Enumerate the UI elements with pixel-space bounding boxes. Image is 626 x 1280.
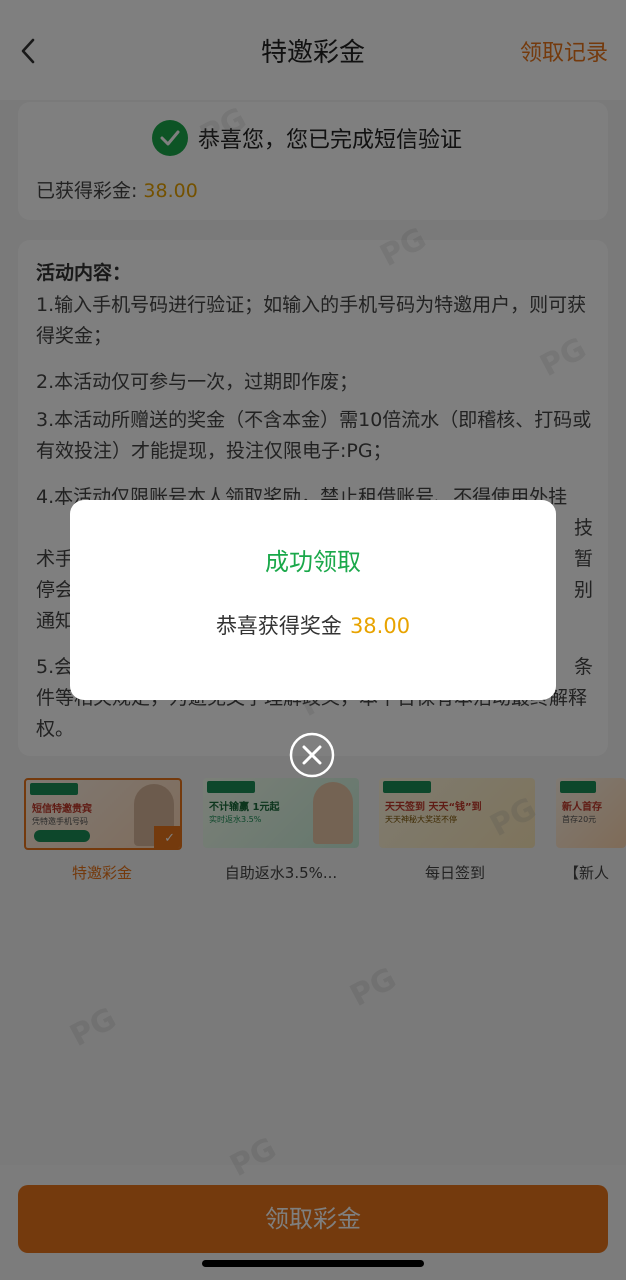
- dialog-title: 成功领取: [265, 548, 361, 576]
- dialog-amount: 38.00: [349, 614, 411, 638]
- dialog-message: 恭喜获得奖金 38.00: [70, 610, 556, 640]
- close-dialog-button[interactable]: [289, 732, 335, 778]
- success-dialog: 成功领取 恭喜获得奖金 38.00: [70, 500, 556, 700]
- close-circle-icon: [289, 732, 335, 778]
- dialog-text: 恭喜获得奖金: [215, 614, 342, 638]
